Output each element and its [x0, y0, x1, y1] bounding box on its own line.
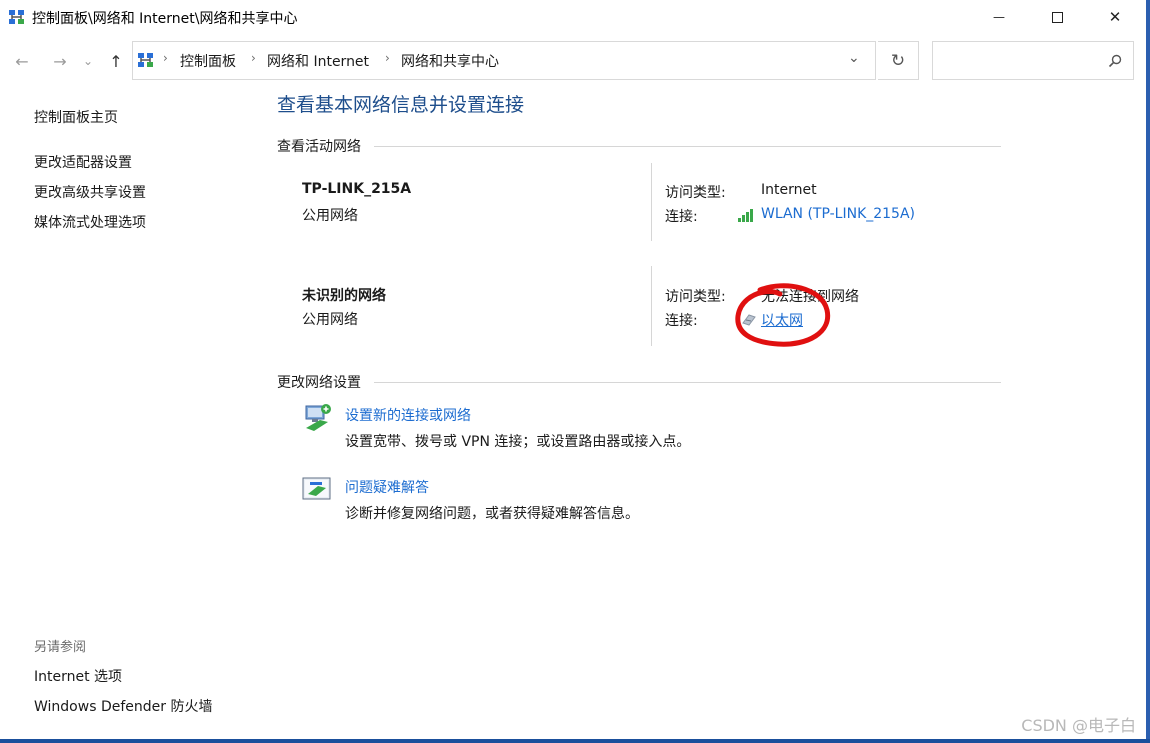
minimize-icon: — [993, 10, 1005, 24]
sidebar-change-adapter-settings[interactable]: 更改适配器设置 [34, 152, 132, 172]
maximize-icon [1051, 11, 1063, 23]
maximize-button[interactable] [1034, 0, 1080, 34]
recent-locations-button[interactable]: ⌄ [80, 50, 96, 72]
search-input[interactable] [932, 41, 1134, 80]
section-divider [374, 382, 1001, 383]
up-arrow-icon: ↑ [109, 51, 123, 71]
page-title: 查看基本网络信息并设置连接 [277, 94, 525, 116]
sidebar-media-streaming-options[interactable]: 媒体流式处理选项 [34, 212, 146, 232]
network-name: TP-LINK_215A [302, 181, 412, 197]
network-name: 未识别的网络 [302, 288, 386, 304]
troubleshoot-icon [302, 476, 332, 504]
breadcrumb-network-internet[interactable]: 网络和 Internet [267, 51, 369, 71]
address-bar[interactable] [132, 41, 876, 80]
close-button[interactable]: ✕ [1092, 0, 1138, 34]
access-type-value: Internet [761, 182, 817, 198]
window-border [0, 739, 1150, 743]
wifi-signal-icon [738, 207, 756, 222]
network-center-icon [8, 8, 26, 26]
red-circle-annotation [730, 280, 836, 352]
forward-button[interactable]: → [49, 50, 71, 72]
breadcrumb-separator-icon: › [251, 51, 256, 65]
sidebar-internet-options[interactable]: Internet 选项 [34, 666, 122, 686]
search-icon[interactable] [1108, 53, 1122, 68]
breadcrumb-network-sharing-center[interactable]: 网络和共享中心 [401, 51, 499, 71]
network-center-icon [137, 51, 155, 69]
network-divider [651, 163, 652, 241]
sidebar-change-advanced-sharing[interactable]: 更改高级共享设置 [34, 182, 146, 202]
sidebar-control-panel-home[interactable]: 控制面板主页 [34, 107, 118, 127]
back-button[interactable]: ← [11, 50, 33, 72]
network-category: 公用网络 [302, 312, 358, 328]
forward-arrow-icon: → [53, 51, 67, 71]
chevron-down-icon: ⌄ [82, 54, 94, 68]
close-icon: ✕ [1108, 8, 1122, 26]
see-also-label: 另请参阅 [34, 640, 87, 655]
troubleshoot-problems-description: 诊断并修复网络问题，或者获得疑难解答信息。 [345, 506, 639, 522]
address-dropdown-icon[interactable]: ⌄ [848, 50, 860, 66]
window-title: 控制面板\网络和 Internet\网络和共享中心 [32, 11, 298, 27]
breadcrumb-control-panel[interactable]: 控制面板 [180, 51, 236, 71]
back-arrow-icon: ← [15, 51, 29, 71]
network-category: 公用网络 [302, 208, 358, 224]
access-type-label: 访问类型: [665, 185, 726, 201]
connection-label: 连接: [665, 209, 698, 225]
troubleshoot-problems-link[interactable]: 问题疑难解答 [345, 477, 429, 497]
active-networks-heading: 查看活动网络 [277, 139, 361, 155]
wlan-connection-link[interactable]: WLAN (TP-LINK_215A) [761, 206, 915, 222]
window-border [1146, 0, 1150, 743]
refresh-icon: ↻ [890, 50, 906, 71]
breadcrumb-separator-icon: › [163, 51, 168, 65]
sidebar-windows-firewall[interactable]: Windows Defender 防火墙 [34, 696, 212, 716]
change-settings-heading: 更改网络设置 [277, 375, 361, 391]
minimize-button[interactable]: — [976, 0, 1022, 34]
up-button[interactable]: ↑ [105, 50, 127, 72]
refresh-button[interactable]: ↻ [878, 41, 919, 80]
section-divider [374, 146, 1001, 147]
watermark: CSDN @电子白 [1021, 716, 1136, 735]
network-divider [651, 266, 652, 346]
access-type-label: 访问类型: [665, 289, 726, 305]
connection-label: 连接: [665, 313, 698, 329]
breadcrumb-separator-icon: › [385, 51, 390, 65]
setup-new-connection-link[interactable]: 设置新的连接或网络 [345, 405, 471, 425]
new-connection-icon [302, 402, 332, 432]
setup-new-connection-description: 设置宽带、拨号或 VPN 连接；或设置路由器或接入点。 [345, 434, 691, 450]
